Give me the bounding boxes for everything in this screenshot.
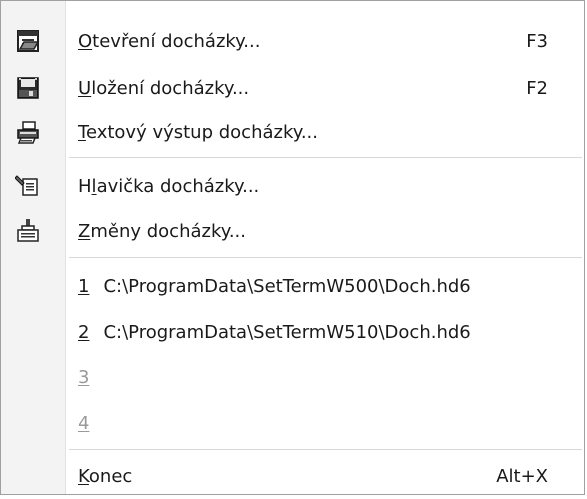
menu-item-text-output[interactable]: Textový výstup docházky...	[1, 109, 584, 155]
recent-file-path: C:\ProgramData\SetTermW500\Doch.hd6	[103, 275, 471, 297]
menu-item-open-attendance[interactable]: Otevření docházky... F3	[1, 18, 584, 64]
recent-file-number: 2	[78, 321, 90, 343]
menu-item-label: tevření docházky...	[92, 30, 261, 52]
accel-key: K	[78, 465, 89, 487]
recent-file-2[interactable]: 2 C:\ProgramData\SetTermW510\Doch.hd6	[1, 309, 584, 355]
menu-item-save-attendance[interactable]: Uložení docházky... F2	[1, 65, 584, 111]
file-menu: Otevření docházky... F3 Uložení docházky…	[0, 0, 585, 495]
menu-item-label: extový výstup docházky...	[85, 121, 318, 143]
menu-item-label: měny docházky...	[90, 220, 246, 242]
menu-item-attendance-changes[interactable]: Změny docházky...	[1, 208, 584, 254]
menu-item-label: ložení docházky...	[91, 77, 250, 99]
recent-file-path: C:\ProgramData\SetTermW510\Doch.hd6	[103, 321, 471, 343]
accel-key: O	[78, 30, 93, 52]
menu-item-attendance-header[interactable]: Hlavička docházky...	[1, 163, 584, 209]
shortcut-label: Alt+X	[496, 465, 548, 487]
recent-file-number: 4	[78, 412, 90, 434]
accel-key: Z	[78, 220, 91, 242]
changes-stamp-icon	[15, 218, 41, 244]
recent-file-number: 1	[78, 275, 90, 297]
shortcut-label: F2	[526, 77, 548, 99]
menu-separator	[69, 257, 582, 258]
recent-file-4: 4	[1, 400, 584, 446]
open-folder-icon	[15, 28, 41, 54]
header-edit-icon	[14, 173, 41, 199]
shortcut-label: F3	[526, 30, 548, 52]
menu-item-label-prefix: H	[78, 175, 92, 197]
menu-item-exit[interactable]: Konec Alt+X	[1, 453, 584, 499]
recent-file-number: 3	[78, 366, 90, 388]
recent-file-1[interactable]: 1 C:\ProgramData\SetTermW500\Doch.hd6	[1, 263, 584, 309]
menu-item-label: avička docházky...	[96, 175, 260, 197]
save-disk-icon	[15, 75, 41, 101]
printer-icon	[15, 119, 41, 145]
menu-item-label: onec	[88, 465, 133, 487]
menu-separator	[69, 449, 582, 450]
menu-separator	[69, 157, 582, 158]
accel-key: U	[78, 77, 92, 99]
accel-key: T	[78, 121, 86, 143]
recent-file-3: 3	[1, 354, 584, 400]
